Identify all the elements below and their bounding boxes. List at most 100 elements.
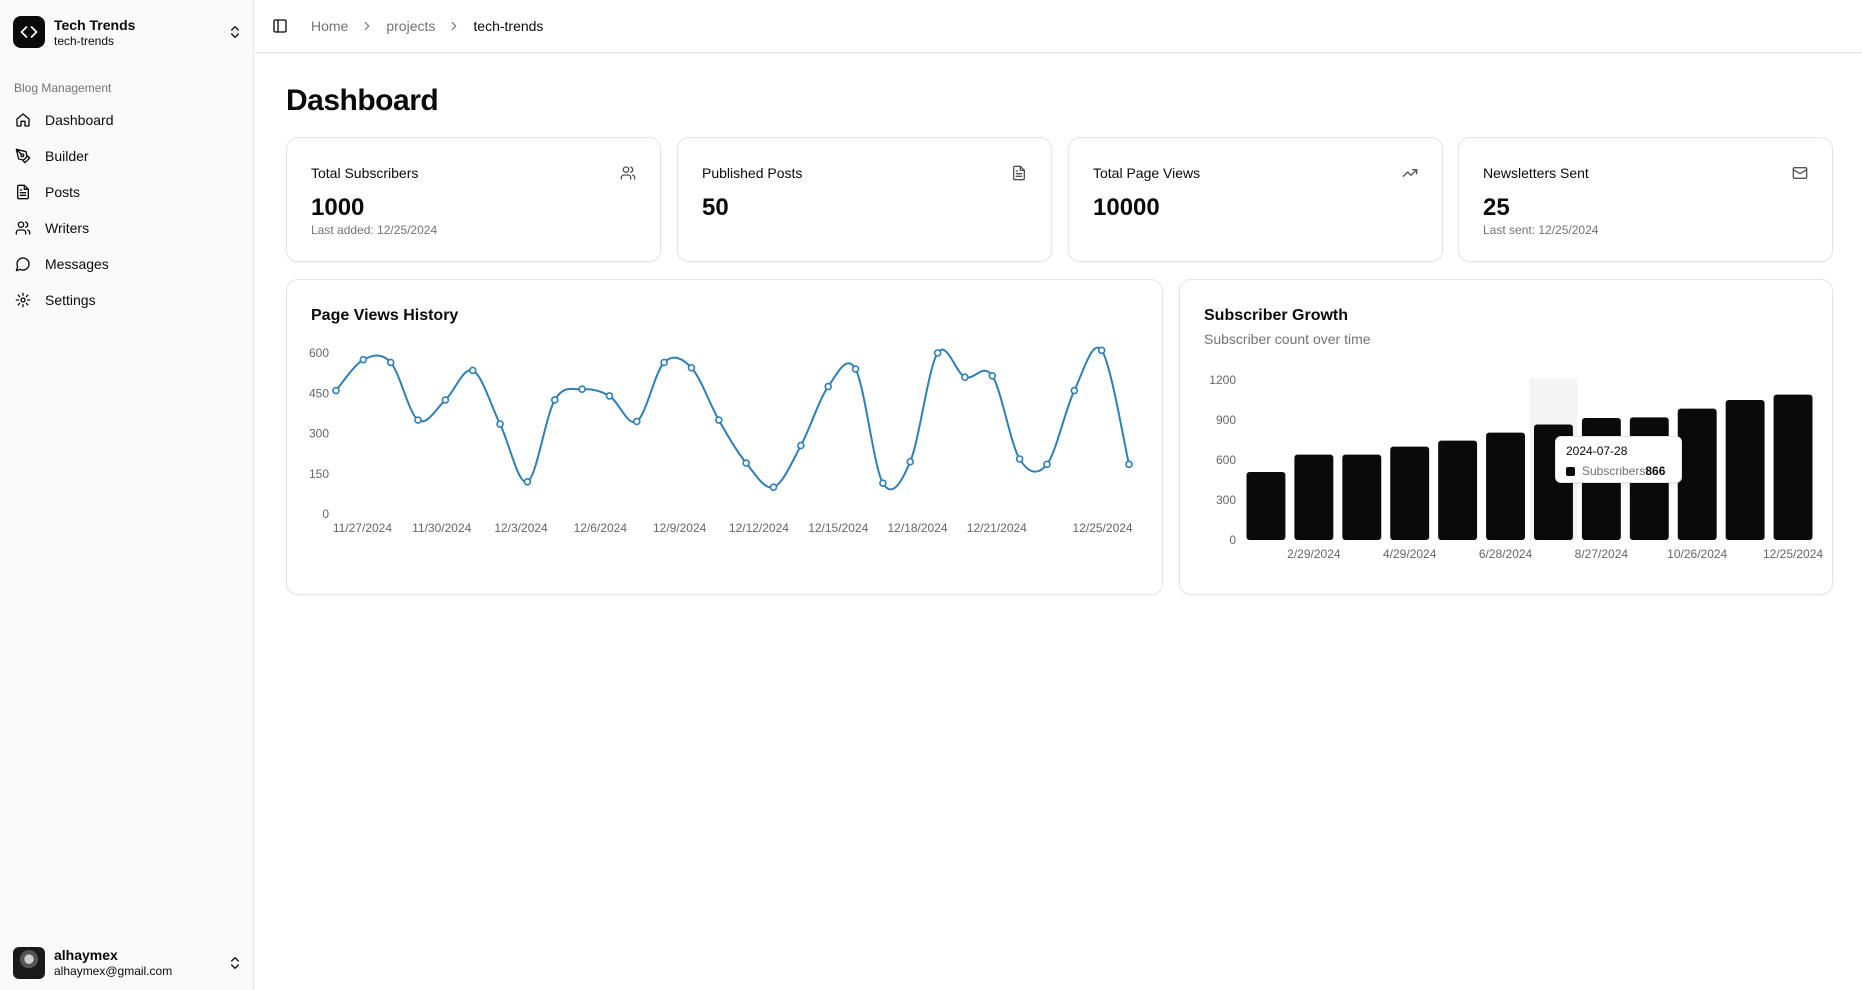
file-text-icon <box>1013 165 1025 181</box>
y-tick-label: 450 <box>309 386 329 400</box>
breadcrumb: Home projects tech-trends <box>311 18 543 34</box>
avatar <box>13 947 45 979</box>
tooltip-date: 2024-07-28 <box>1566 444 1628 458</box>
breadcrumb-projects[interactable]: projects <box>386 18 435 34</box>
data-point <box>742 459 750 467</box>
data-point <box>1015 455 1024 463</box>
data-point <box>386 358 395 367</box>
x-tick-label: 12/3/2024 <box>494 521 548 535</box>
sidebar-item-builder[interactable]: Builder <box>8 138 246 174</box>
data-point <box>824 382 833 391</box>
sidebar-item-label: Builder <box>45 148 89 164</box>
users-icon <box>620 166 636 180</box>
stat-label: Total Page Views <box>1093 165 1201 181</box>
x-tick-label: 11/27/2024 <box>333 521 392 535</box>
sidebar-toggle-icon[interactable] <box>272 18 288 34</box>
message-circle-icon <box>15 257 30 272</box>
sidebar-item-label: Messages <box>45 256 109 272</box>
data-point <box>578 385 586 394</box>
subscriber-bar <box>1246 472 1286 540</box>
y-tick-label: 600 <box>1216 453 1236 467</box>
stat-card-posts: Published Posts 50 <box>677 137 1052 262</box>
data-point <box>523 478 532 486</box>
y-tick-label: 300 <box>309 427 329 441</box>
stat-card-subscribers: Total Subscribers 1000 Last added: 12/25… <box>286 137 661 262</box>
x-tick-label: 11/30/2024 <box>412 521 471 535</box>
data-point <box>769 483 778 491</box>
stat-card-page-views: Total Page Views 10000 <box>1068 137 1443 262</box>
chevrons-up-down-icon <box>231 26 239 38</box>
sidebar-item-posts[interactable]: Posts <box>8 174 246 210</box>
stat-value: 25 <box>1483 194 1510 221</box>
subscriber-bar <box>1773 394 1813 540</box>
data-point <box>933 349 942 357</box>
sidebar-item-label: Settings <box>45 292 96 308</box>
chevron-right-icon <box>452 21 457 31</box>
data-point <box>1097 346 1106 355</box>
sidebar-nav: Dashboard Builder Posts Writers Messages… <box>8 102 246 318</box>
stat-subtext: Last added: 12/25/2024 <box>311 223 438 237</box>
data-point <box>359 355 368 364</box>
home-icon <box>16 113 30 127</box>
data-point <box>961 373 969 381</box>
chevrons-up-down-icon <box>231 957 239 969</box>
subscriber-bar <box>1342 454 1382 540</box>
user-email: alhaymex@gmail.com <box>54 964 173 978</box>
sidebar: Tech Trends tech-trends Blog Management … <box>0 0 254 990</box>
y-tick-label: 0 <box>322 507 329 521</box>
subscriber-bar <box>1438 440 1478 540</box>
x-tick-label: 12/18/2024 <box>888 521 948 535</box>
stat-subtext: Last sent: 12/25/2024 <box>1483 223 1599 237</box>
data-point <box>496 420 504 428</box>
data-point <box>879 479 887 487</box>
data-point <box>715 416 723 424</box>
breadcrumb-home[interactable]: Home <box>311 18 348 34</box>
stat-label: Total Subscribers <box>311 165 419 181</box>
page-views-line <box>335 346 1130 491</box>
sidebar-group-label: Blog Management <box>14 81 112 95</box>
sidebar-item-writers[interactable]: Writers <box>8 210 246 246</box>
team-switcher[interactable]: Tech Trends tech-trends <box>13 14 243 50</box>
y-tick-label: 600 <box>309 346 329 360</box>
pen-tool-icon <box>15 148 31 164</box>
data-point <box>687 363 696 372</box>
x-tick-label: 2/29/2024 <box>1287 547 1341 561</box>
x-tick-label: 12/15/2024 <box>808 521 868 535</box>
x-tick-label: 12/21/2024 <box>967 521 1027 535</box>
sidebar-item-label: Dashboard <box>45 112 114 128</box>
y-tick-label: 150 <box>309 467 329 481</box>
team-name: Tech Trends <box>54 16 136 33</box>
x-tick-label: 12/9/2024 <box>653 521 707 535</box>
page-views-line-chart: 0 150 300 450 600 11/27/2024 11/30/2024 12/3/20… <box>309 346 1133 535</box>
y-tick-label: 1200 <box>1209 373 1236 387</box>
x-tick-label: 6/28/2024 <box>1479 547 1533 561</box>
stat-value: 10000 <box>1093 194 1160 221</box>
data-point <box>797 441 805 450</box>
page-views-chart-card: Page Views History 0 150 300 450 600 11/27/20… <box>286 279 1163 595</box>
x-tick-label: 10/26/2024 <box>1667 547 1727 561</box>
y-tick-label: 900 <box>1216 413 1236 427</box>
subscriber-bar <box>1725 400 1765 540</box>
data-point <box>906 457 915 466</box>
x-tick-label: 8/27/2024 <box>1575 547 1629 561</box>
sidebar-item-messages[interactable]: Messages <box>8 246 246 282</box>
subscriber-bar <box>1294 454 1334 540</box>
code-icon <box>13 16 45 48</box>
tooltip-swatch <box>1566 466 1575 476</box>
data-point <box>332 386 340 395</box>
user-menu[interactable]: alhaymex alhaymex@gmail.com <box>13 946 243 980</box>
stat-label: Newsletters Sent <box>1483 165 1589 181</box>
x-tick-label: 12/25/2024 <box>1073 521 1133 535</box>
data-point <box>550 396 559 404</box>
sidebar-item-settings[interactable]: Settings <box>8 282 246 318</box>
subscriber-bar <box>1390 446 1430 540</box>
data-point <box>414 416 422 424</box>
tooltip-series-name: Subscribers <box>1582 464 1646 478</box>
stat-value: 50 <box>702 194 729 221</box>
sidebar-item-dashboard[interactable]: Dashboard <box>8 102 246 138</box>
data-point <box>632 417 641 426</box>
trending-up-icon <box>1402 169 1418 177</box>
x-tick-label: 12/6/2024 <box>574 521 628 535</box>
breadcrumb-current: tech-trends <box>473 18 544 34</box>
data-point <box>1043 460 1051 469</box>
